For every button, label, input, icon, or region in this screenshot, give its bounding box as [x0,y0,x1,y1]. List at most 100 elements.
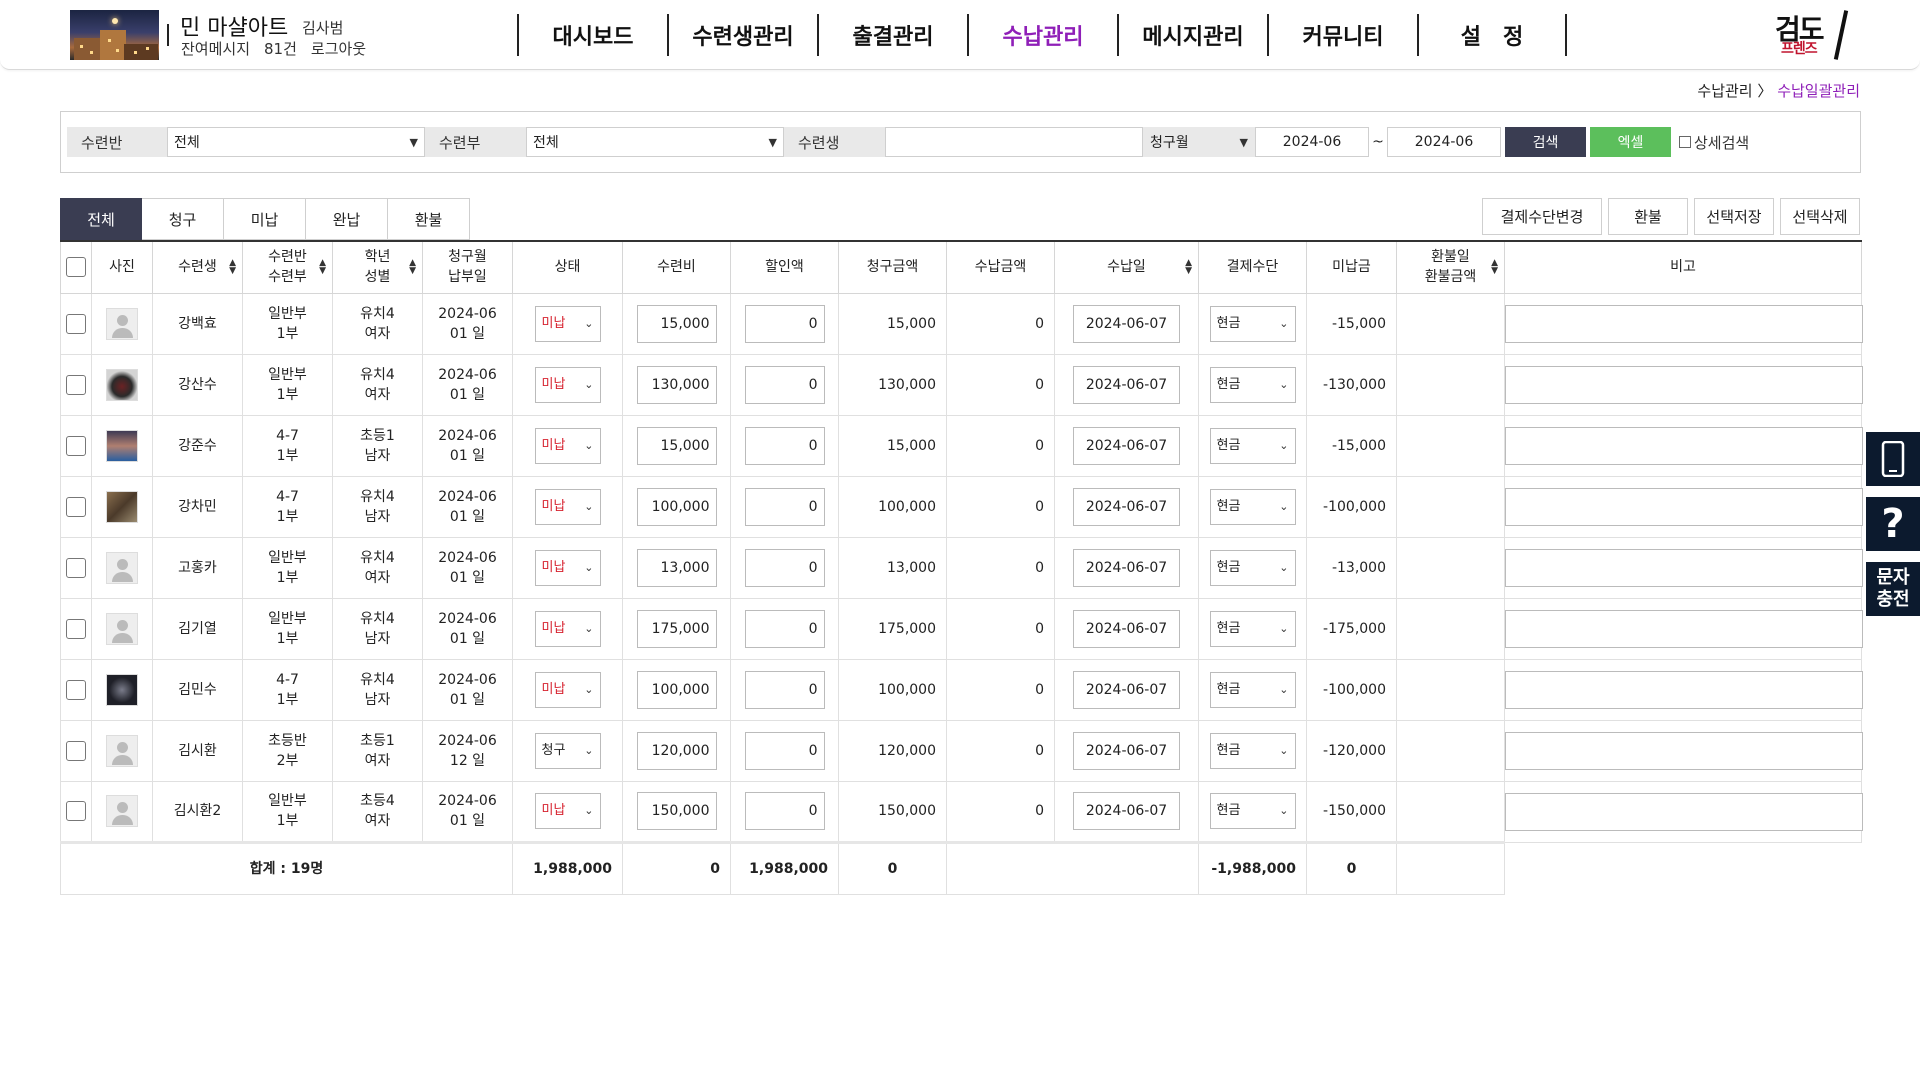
header-student[interactable]: 수련생 ▲ ▼ [152,240,243,294]
row-select-cell[interactable] [60,475,92,538]
student-photo[interactable] [106,551,138,584]
row-select-cell[interactable] [60,414,92,477]
status-select[interactable]: 미납 ⌄ [534,427,601,464]
note-input[interactable] [1505,304,1863,343]
sort-icon[interactable]: ▲ ▼ [409,259,416,276]
row-student-name[interactable]: 강산수 [152,353,243,416]
change-payment-method-button[interactable]: 결제수단변경 [1482,198,1602,235]
nav-students[interactable]: 수련생관리 [667,14,817,56]
row-select-cell[interactable] [60,780,92,843]
status-select[interactable]: 미납 ⌄ [534,366,601,403]
tab-unpaid[interactable]: 미납 [224,198,306,240]
mobile-app-button[interactable] [1866,432,1920,486]
student-photo[interactable] [106,612,138,645]
header-grade[interactable]: 학년 성별 ▲ ▼ [332,240,423,294]
save-selected-button[interactable]: 선택저장 [1694,198,1774,235]
payment-method-select[interactable]: 현금 ⌄ [1209,427,1296,464]
note-input[interactable] [1505,487,1863,526]
row-checkbox[interactable] [66,618,86,639]
nav-payments[interactable]: 수납관리 [967,14,1117,56]
month-to-input[interactable]: 2024-06 [1387,127,1501,157]
row-student-name[interactable]: 고홍카 [152,536,243,599]
detail-search-checkbox[interactable] [1679,136,1691,148]
sort-icon[interactable]: ▲ ▼ [319,259,326,276]
student-photo[interactable] [106,734,138,767]
paid-date-input[interactable]: 2024-06-07 [1073,304,1180,343]
discount-input[interactable]: 0 [744,731,825,770]
row-checkbox[interactable] [66,557,86,578]
student-search-input[interactable] [885,127,1143,157]
sort-icon[interactable]: ▲ ▼ [1185,259,1192,276]
header-refund[interactable]: 환불일 환불금액 ▲ ▼ [1396,240,1505,294]
discount-input[interactable]: 0 [744,365,825,404]
student-photo[interactable] [106,673,138,706]
student-photo[interactable] [106,795,138,827]
row-student-name[interactable]: 김기열 [152,597,243,660]
nav-dashboard[interactable]: 대시보드 [517,14,667,56]
org-logo-image[interactable] [70,10,159,60]
sms-charge-button[interactable]: 문자 충전 [1866,562,1920,616]
note-input[interactable] [1505,365,1863,404]
discount-input[interactable]: 0 [744,792,825,830]
row-student-name[interactable]: 강준수 [152,414,243,477]
payment-method-select[interactable]: 현금 ⌄ [1209,610,1296,647]
row-select-cell[interactable] [60,353,92,416]
search-button[interactable]: 검색 [1505,127,1586,157]
help-button[interactable]: ? [1866,497,1920,551]
student-photo[interactable] [106,429,138,462]
paid-date-input[interactable]: 2024-06-07 [1073,670,1180,709]
row-checkbox[interactable] [66,801,86,821]
select-all-checkbox[interactable] [66,257,86,278]
fee-input[interactable]: 120,000 [636,731,717,770]
row-checkbox[interactable] [66,740,86,761]
month-filter-select[interactable]: 청구월 ▼ [1143,127,1255,157]
note-input[interactable] [1505,792,1863,831]
row-student-name[interactable]: 강백효 [152,292,243,355]
fee-input[interactable]: 100,000 [636,487,717,526]
row-select-cell[interactable] [60,658,92,721]
row-select-cell[interactable] [60,292,92,355]
sort-icon[interactable]: ▲ ▼ [1491,259,1498,276]
status-select[interactable]: 청구 ⌄ [534,732,601,769]
status-select[interactable]: 미납 ⌄ [534,305,601,342]
header-select-all[interactable] [60,240,92,294]
note-input[interactable] [1505,670,1863,709]
fee-input[interactable]: 100,000 [636,670,717,709]
payment-method-select[interactable]: 현금 ⌄ [1209,793,1296,829]
student-photo[interactable] [106,368,138,401]
payment-method-select[interactable]: 현금 ⌄ [1209,732,1296,769]
discount-input[interactable]: 0 [744,670,825,709]
paid-date-input[interactable]: 2024-06-07 [1073,548,1180,587]
tab-billed[interactable]: 청구 [142,198,224,240]
breadcrumb-parent[interactable]: 수납관리 [1697,82,1752,100]
detail-search-toggle[interactable]: 상세검색 [1679,132,1749,153]
row-student-name[interactable]: 김민수 [152,658,243,721]
discount-input[interactable]: 0 [744,426,825,465]
header-paid-date[interactable]: 수납일 ▲ ▼ [1054,240,1199,294]
row-select-cell[interactable] [60,597,92,660]
nav-community[interactable]: 커뮤니티 [1267,14,1417,56]
row-select-cell[interactable] [60,536,92,599]
row-checkbox[interactable] [66,435,86,456]
payment-method-select[interactable]: 현금 ⌄ [1209,549,1296,586]
status-select[interactable]: 미납 ⌄ [534,793,601,829]
status-select[interactable]: 미납 ⌄ [534,671,601,708]
discount-input[interactable]: 0 [744,304,825,343]
note-input[interactable] [1505,731,1863,770]
discount-input[interactable]: 0 [744,487,825,526]
sort-icon[interactable]: ▲ ▼ [229,259,236,276]
status-select[interactable]: 미납 ⌄ [534,488,601,525]
paid-date-input[interactable]: 2024-06-07 [1073,487,1180,526]
row-select-cell[interactable] [60,719,92,782]
paid-date-input[interactable]: 2024-06-07 [1073,426,1180,465]
payment-method-select[interactable]: 현금 ⌄ [1209,488,1296,525]
status-select[interactable]: 미납 ⌄ [534,610,601,647]
brand-logo[interactable]: 검도 프렌즈 [1773,8,1857,62]
note-input[interactable] [1505,426,1863,465]
excel-button[interactable]: 엑셀 [1590,127,1671,157]
fee-input[interactable]: 15,000 [636,304,717,343]
row-checkbox[interactable] [66,679,86,700]
paid-date-input[interactable]: 2024-06-07 [1073,731,1180,770]
row-checkbox[interactable] [66,374,86,395]
note-input[interactable] [1505,548,1863,587]
